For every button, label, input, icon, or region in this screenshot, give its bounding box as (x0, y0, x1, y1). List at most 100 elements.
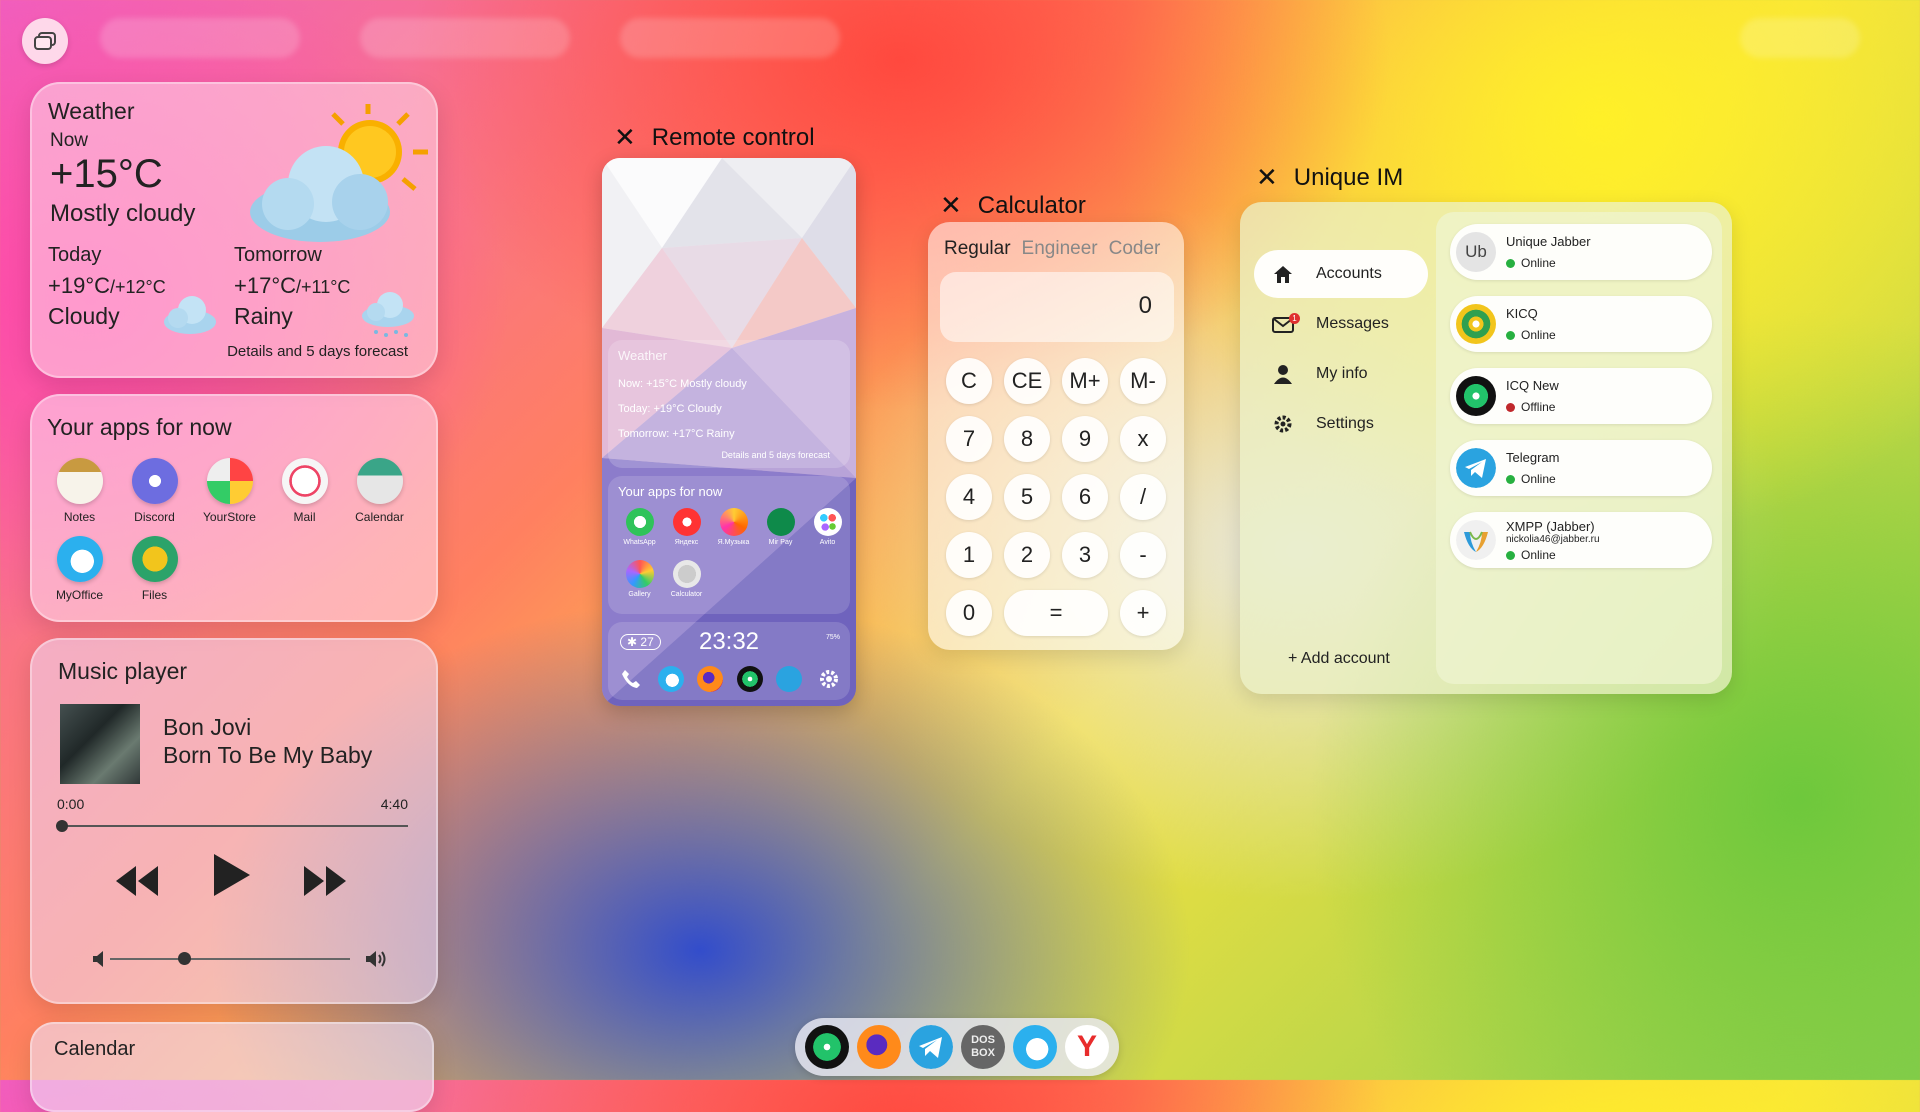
key-4[interactable]: 4 (946, 474, 992, 520)
seek-handle[interactable] (56, 820, 68, 832)
phone-weather-widget[interactable]: Weather Now: +15°C Mostly cloudy Today: … (608, 340, 850, 468)
track-artist: Bon Jovi (163, 714, 252, 740)
key-2[interactable]: 2 (1004, 532, 1050, 578)
today-label: Today (48, 244, 102, 266)
rewind-icon[interactable] (114, 864, 160, 898)
task-view-button[interactable] (22, 18, 68, 64)
phone-apps-widget: Your apps for now WhatsApp Яндекс Я.Музы… (608, 476, 850, 614)
calculator-keypad: C CE M+ M- 7 8 9 x 4 5 6 / 1 2 3 - 0 = + (946, 358, 1176, 636)
app-files[interactable]: Files (117, 536, 192, 614)
app-notes[interactable]: Notes (42, 458, 117, 536)
blurred-tab (100, 18, 300, 58)
close-icon[interactable]: ✕ (940, 190, 962, 221)
key-plus[interactable]: + (1120, 590, 1166, 636)
account-icq-new[interactable]: ICQ New Offline (1450, 368, 1712, 424)
phone-app-whatsapp[interactable]: WhatsApp (616, 508, 663, 560)
key-memory-subtract[interactable]: M- (1120, 358, 1166, 404)
volume-handle[interactable] (178, 952, 191, 965)
gallery-icon (625, 560, 654, 588)
account-unique-jabber[interactable]: Ub Unique Jabber Online (1450, 224, 1712, 280)
weather-widget[interactable]: Weather Now +15°C Mostly cloudy Today +1… (30, 82, 438, 378)
blurred-tab (360, 18, 570, 58)
mirpay-icon (766, 508, 795, 536)
phone-app-music[interactable]: Я.Музыка (710, 508, 757, 560)
app-myoffice[interactable]: MyOffice (42, 536, 117, 614)
remote-phone-screen[interactable]: Weather Now: +15°C Mostly cloudy Today: … (602, 158, 856, 706)
app-mail[interactable]: Mail (267, 458, 342, 536)
key-clear-entry[interactable]: CE (1004, 358, 1050, 404)
tomorrow-temp: +17°C/+11°C (234, 273, 350, 299)
volume-slider[interactable] (110, 958, 350, 960)
close-icon[interactable]: ✕ (614, 122, 636, 153)
icq-icon[interactable] (736, 666, 763, 692)
account-xmpp[interactable]: XMPP (Jabber) nickolia46@jabber.ru Onlin… (1450, 512, 1712, 568)
weather-condition: Mostly cloudy (50, 200, 196, 227)
key-3[interactable]: 3 (1062, 532, 1108, 578)
fast-forward-icon[interactable] (302, 864, 348, 898)
nav-my-info[interactable]: My info (1254, 350, 1428, 398)
weather-details-link[interactable]: Details and 5 days forecast (227, 343, 408, 360)
add-account-button[interactable]: + Add account (1288, 650, 1390, 668)
app-calendar[interactable]: Calendar (342, 458, 417, 536)
cloud-icon[interactable] (1013, 1025, 1057, 1069)
key-5[interactable]: 5 (1004, 474, 1050, 520)
key-equals[interactable]: = (1004, 590, 1108, 636)
play-icon[interactable] (210, 852, 252, 898)
phone-app-yandex[interactable]: Яндекс (663, 508, 710, 560)
phone-weather-link[interactable]: Details and 5 days forecast (721, 450, 830, 460)
tab-regular[interactable]: Regular (944, 238, 1011, 260)
tab-engineer[interactable]: Engineer (1022, 238, 1098, 260)
discord-icon (131, 458, 178, 504)
key-memory-add[interactable]: M+ (1062, 358, 1108, 404)
status-text: Online (1521, 472, 1556, 486)
account-telegram[interactable]: Telegram Online (1450, 440, 1712, 496)
seek-bar[interactable] (60, 825, 408, 827)
phone-app-gallery[interactable]: Gallery (616, 560, 663, 612)
app-yourstore[interactable]: YourStore (192, 458, 267, 536)
phone-icon[interactable] (618, 666, 644, 692)
firefox-icon[interactable] (697, 666, 724, 692)
accounts-list: Ub Unique Jabber Online KICQ Online ICQ … (1436, 212, 1722, 684)
today-condition: Cloudy (48, 303, 120, 329)
close-icon[interactable]: ✕ (1256, 162, 1278, 193)
telegram-icon[interactable] (776, 666, 803, 692)
cloud-icon[interactable] (657, 666, 684, 692)
taskbar: DOS BOX Y (795, 1018, 1119, 1076)
key-0[interactable]: 0 (946, 590, 992, 636)
key-divide[interactable]: / (1120, 474, 1166, 520)
key-6[interactable]: 6 (1062, 474, 1108, 520)
account-status: Offline (1506, 400, 1555, 414)
firefox-icon[interactable] (857, 1025, 901, 1069)
key-1[interactable]: 1 (946, 532, 992, 578)
music-player-widget: Music player Bon Jovi Born To Be My Baby… (30, 638, 438, 1004)
phone-app-avito[interactable]: Avito (804, 508, 851, 560)
app-label: Avito (819, 539, 836, 546)
icq-icon[interactable] (805, 1025, 849, 1069)
home-icon (1274, 266, 1292, 283)
volume-high-icon (366, 951, 386, 967)
nav-settings[interactable]: Settings (1254, 400, 1428, 448)
telegram-icon[interactable] (909, 1025, 953, 1069)
app-discord[interactable]: Discord (117, 458, 192, 536)
phone-app-calculator[interactable]: Calculator (663, 560, 710, 612)
key-9[interactable]: 9 (1062, 416, 1108, 462)
phone-app-mirpay[interactable]: Mir Pay (757, 508, 804, 560)
yandex-browser-icon[interactable]: Y (1065, 1025, 1109, 1069)
key-8[interactable]: 8 (1004, 416, 1050, 462)
calendar-icon (356, 458, 403, 504)
tab-coder[interactable]: Coder (1109, 238, 1161, 260)
key-7[interactable]: 7 (946, 416, 992, 462)
weather-title: Weather (48, 98, 135, 124)
nav-messages[interactable]: 1 Messages (1254, 300, 1428, 348)
nav-accounts[interactable]: Accounts (1254, 250, 1428, 298)
key-multiply[interactable]: x (1120, 416, 1166, 462)
yandex-icon (672, 508, 701, 536)
key-clear[interactable]: C (946, 358, 992, 404)
dosbox-icon[interactable]: DOS BOX (961, 1025, 1005, 1069)
phone-clock: 23:32 (698, 628, 760, 655)
today-low: /+12°C (110, 277, 166, 297)
key-minus[interactable]: - (1120, 532, 1166, 578)
account-kicq[interactable]: KICQ Online (1450, 296, 1712, 352)
rain-cloud-icon (362, 292, 414, 337)
gear-icon[interactable] (816, 666, 842, 692)
